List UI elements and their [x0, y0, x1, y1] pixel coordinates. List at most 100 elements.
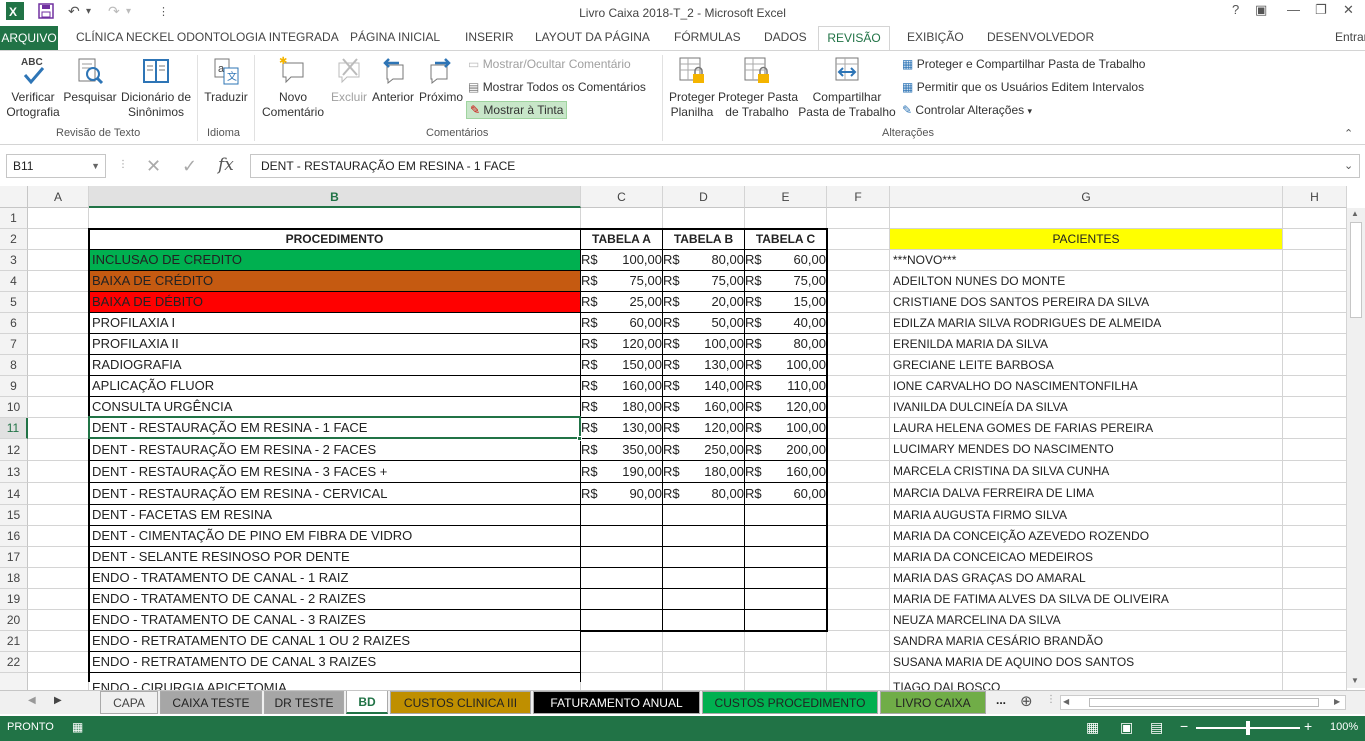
- row-header[interactable]: 19: [0, 589, 28, 610]
- patient-cell[interactable]: MARIA DA CONCEICAO MEDEIROS: [890, 547, 1282, 567]
- dicionario-sinonimos-button[interactable]: Dicionário de Sinônimos: [118, 55, 194, 120]
- procedure-cell[interactable]: DENT - SELANTE RESINOSO POR DENTE: [89, 547, 580, 567]
- enter-icon[interactable]: ✓: [182, 156, 197, 177]
- row-header[interactable]: 12: [0, 439, 28, 461]
- zoom-level[interactable]: 100%: [1330, 721, 1358, 733]
- price-cell[interactable]: R$ 160,00: [581, 376, 662, 396]
- procedure-cell[interactable]: PROFILAXIA I: [89, 313, 580, 333]
- procedure-cell[interactable]: DENT - RESTAURAÇÃO EM RESINA - CERVICAL: [89, 483, 580, 504]
- fill-handle[interactable]: [577, 436, 582, 441]
- column-header[interactable]: A: [28, 186, 89, 208]
- procedure-cell[interactable]: BAIXA DE DÉBITO: [89, 292, 580, 312]
- patient-cell[interactable]: ADEILTON NUNES DO MONTE: [890, 271, 1282, 291]
- price-cell[interactable]: R$ 120,00: [663, 418, 744, 438]
- scroll-down-icon[interactable]: ▼: [1351, 676, 1359, 685]
- row-header[interactable]: 7: [0, 334, 28, 355]
- price-cell[interactable]: R$ 75,00: [663, 271, 744, 291]
- price-cell[interactable]: R$ 100,00: [745, 355, 826, 375]
- scroll-tabs-left-icon[interactable]: ◀: [28, 695, 36, 706]
- tab-revisao[interactable]: REVISÃO: [818, 26, 890, 52]
- patient-cell[interactable]: TIAGO DALBOSCO: [890, 673, 1282, 690]
- price-cell[interactable]: R$ 60,00: [745, 250, 826, 270]
- sign-in-link[interactable]: Entrar: [1335, 30, 1365, 44]
- price-cell[interactable]: R$ 25,00: [581, 292, 662, 312]
- tab-formulas[interactable]: FÓRMULAS: [674, 30, 741, 44]
- tabela-a-header[interactable]: TABELA A: [581, 229, 662, 249]
- procedimento-header[interactable]: PROCEDIMENTO: [89, 229, 580, 249]
- procedure-cell[interactable]: ENDO - RETRATAMENTO DE CANAL 3 RAIZES: [89, 652, 580, 672]
- page-break-view-icon[interactable]: ▤: [1150, 719, 1163, 736]
- horizontal-scroll-thumb[interactable]: [1089, 698, 1319, 707]
- name-box[interactable]: B11 ▼: [6, 154, 106, 178]
- cancel-icon[interactable]: ✕: [146, 156, 161, 177]
- procedure-cell[interactable]: ENDO - TRATAMENTO DE CANAL - 2 RAIZES: [89, 589, 580, 609]
- row-header[interactable]: 15: [0, 505, 28, 526]
- controlar-alteracoes-button[interactable]: ✎ Controlar Alterações ▾: [902, 103, 1032, 117]
- horizontal-scrollbar[interactable]: ◀ ▶: [1060, 695, 1346, 710]
- price-cell[interactable]: R$ 80,00: [663, 250, 744, 270]
- novo-comentario-button[interactable]: ✱ Novo Comentário: [258, 55, 328, 120]
- row-header[interactable]: 4: [0, 271, 28, 292]
- row-header[interactable]: 13: [0, 461, 28, 483]
- proteger-planilha-button[interactable]: Proteger Planilha: [666, 55, 718, 120]
- sheet-tab[interactable]: FATURAMENTO ANUAL: [533, 691, 700, 714]
- formula-bar-handle-icon[interactable]: ⋮: [118, 159, 128, 170]
- row-header[interactable]: 8: [0, 355, 28, 376]
- price-cell[interactable]: R$ 200,00: [745, 439, 826, 460]
- column-header[interactable]: H: [1283, 186, 1347, 208]
- patient-cell[interactable]: IONE CARVALHO DO NASCIMENTONFILHA: [890, 376, 1282, 396]
- row-header[interactable]: 14: [0, 483, 28, 505]
- mostrar-todos-comentarios-button[interactable]: ▤ Mostrar Todos os Comentários: [468, 80, 646, 94]
- sheet-tab[interactable]: CUSTOS CLINICA III: [390, 691, 531, 714]
- price-cell[interactable]: R$ 100,00: [745, 418, 826, 438]
- row-header[interactable]: 22: [0, 652, 28, 673]
- procedure-cell[interactable]: DENT - RESTAURAÇÃO EM RESINA - 2 FACES: [89, 439, 580, 460]
- price-cell[interactable]: R$ 60,00: [581, 313, 662, 333]
- patient-cell[interactable]: MARIA DA CONCEIÇÃO AZEVEDO ROZENDO: [890, 526, 1282, 546]
- tab-desenvolvedor[interactable]: DESENVOLVEDOR: [987, 30, 1094, 44]
- row-header[interactable]: 18: [0, 568, 28, 589]
- zoom-slider-thumb[interactable]: [1246, 721, 1250, 735]
- row-header-partial[interactable]: [0, 673, 28, 690]
- procedure-cell[interactable]: DENT - RESTAURAÇÃO EM RESINA - 3 FACES +: [89, 461, 580, 482]
- procedure-cell[interactable]: APLICAÇÃO FLUOR: [89, 376, 580, 396]
- column-header[interactable]: D: [663, 186, 745, 208]
- patient-cell[interactable]: CRISTIANE DOS SANTOS PEREIRA DA SILVA: [890, 292, 1282, 312]
- insert-function-icon[interactable]: fx: [218, 155, 234, 175]
- patient-cell[interactable]: LAURA HELENA GOMES DE FARIAS PEREIRA: [890, 418, 1282, 438]
- proximo-button[interactable]: Próximo: [417, 55, 465, 105]
- price-cell[interactable]: R$ 60,00: [745, 483, 826, 504]
- column-header[interactable]: C: [581, 186, 663, 208]
- patient-cell[interactable]: MARCELA CRISTINA DA SILVA CUNHA: [890, 461, 1282, 482]
- price-cell[interactable]: R$ 15,00: [745, 292, 826, 312]
- procedure-cell[interactable]: ENDO - CIRURGIA APICETOMIA: [89, 673, 580, 690]
- traduzir-button[interactable]: a文 Traduzir: [200, 55, 252, 105]
- procedure-cell[interactable]: ENDO - TRATAMENTO DE CANAL - 3 RAIZES: [89, 610, 580, 630]
- zoom-in-icon[interactable]: +: [1304, 718, 1312, 734]
- column-header[interactable]: E: [745, 186, 827, 208]
- price-cell[interactable]: R$ 160,00: [745, 461, 826, 482]
- new-sheet-icon[interactable]: ⊕: [1020, 692, 1033, 710]
- price-cell[interactable]: R$ 110,00: [745, 376, 826, 396]
- procedure-cell[interactable]: INCLUSAO DE CREDITO: [89, 250, 580, 270]
- patient-cell[interactable]: MARIA AUGUSTA FIRMO SILVA: [890, 505, 1282, 525]
- row-header[interactable]: 6: [0, 313, 28, 334]
- column-header[interactable]: G: [890, 186, 1283, 208]
- scroll-up-icon[interactable]: ▲: [1351, 209, 1359, 218]
- row-header[interactable]: 5: [0, 292, 28, 313]
- procedure-cell[interactable]: CONSULTA URGÊNCIA: [89, 397, 580, 417]
- price-cell[interactable]: R$ 180,00: [663, 461, 744, 482]
- row-header[interactable]: 20: [0, 610, 28, 631]
- procedure-cell[interactable]: DENT - CIMENTAÇÃO DE PINO EM FIBRA DE VI…: [89, 526, 580, 546]
- page-layout-view-icon[interactable]: ▣: [1120, 719, 1133, 736]
- price-cell[interactable]: R$ 140,00: [663, 376, 744, 396]
- patient-cell[interactable]: GRECIANE LEITE BARBOSA: [890, 355, 1282, 375]
- procedure-cell[interactable]: ENDO - TRATAMENTO DE CANAL - 1 RAIZ: [89, 568, 580, 588]
- price-cell[interactable]: R$ 40,00: [745, 313, 826, 333]
- procedure-cell[interactable]: RADIOGRAFIA: [89, 355, 580, 375]
- column-header[interactable]: F: [827, 186, 890, 208]
- price-cell[interactable]: R$ 120,00: [581, 334, 662, 354]
- price-cell[interactable]: R$ 20,00: [663, 292, 744, 312]
- patient-cell[interactable]: EDILZA MARIA SILVA RODRIGUES DE ALMEIDA: [890, 313, 1282, 333]
- sheet-tab[interactable]: DR TESTE: [264, 691, 344, 714]
